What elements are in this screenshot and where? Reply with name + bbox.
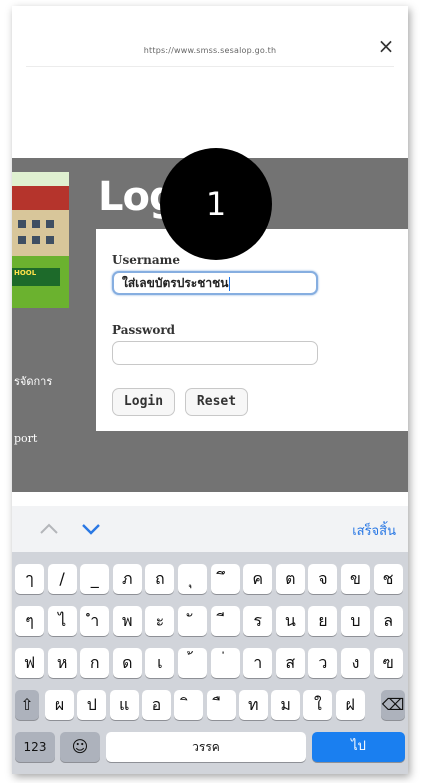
browser-url-bar: https://www.smss.sesalop.go.th × <box>12 6 408 70</box>
close-icon[interactable]: × <box>376 36 396 56</box>
key[interactable]: ผ <box>45 690 74 720</box>
key[interactable]: ภ <box>112 564 142 594</box>
key[interactable]: ไ <box>47 606 77 636</box>
key[interactable]: บ <box>341 606 370 636</box>
key[interactable]: ท <box>238 690 268 720</box>
school-banner: HOOL <box>12 268 60 286</box>
key[interactable]: ฟ <box>15 648 44 678</box>
key[interactable]: / <box>47 564 77 594</box>
key[interactable]: พ <box>112 606 142 636</box>
password-input[interactable] <box>112 341 318 365</box>
key[interactable]: แ <box>109 690 139 720</box>
key[interactable]: ี <box>210 606 240 636</box>
key[interactable]: จ <box>308 564 338 594</box>
key[interactable]: ่ <box>210 648 240 678</box>
chevron-down-icon[interactable] <box>80 518 102 540</box>
username-value: ใส่เลขบัตรประชาชน <box>122 276 229 290</box>
key[interactable]: ง <box>341 648 370 678</box>
key[interactable]: ล <box>373 606 403 636</box>
reset-button[interactable]: Reset <box>185 388 248 416</box>
key[interactable]: ว <box>308 648 338 678</box>
key[interactable]: ั <box>178 606 207 636</box>
space-key[interactable]: วรรค <box>106 732 306 762</box>
key[interactable]: เ <box>145 648 175 678</box>
key[interactable]: ช <box>373 564 403 594</box>
key[interactable]: า <box>243 648 273 678</box>
thai-keyboard: ๅ/_ภถุึคตจขช ๆไำพะัีรนยบล ฟหกดเ้่าสวงฃ ผ… <box>12 552 408 774</box>
key[interactable]: ห <box>47 648 77 678</box>
key[interactable]: ใ <box>303 690 333 720</box>
text-caret <box>229 276 231 291</box>
key[interactable]: ย <box>308 606 338 636</box>
phone-screen: https://www.smss.sesalop.go.th × HOOL รจ… <box>12 6 408 774</box>
password-label: Password <box>112 323 176 337</box>
username-input[interactable]: ใส่เลขบัตรประชาชน <box>112 271 318 295</box>
key[interactable]: ข <box>341 564 370 594</box>
key[interactable]: ื <box>206 690 236 720</box>
login-button[interactable]: Login <box>112 388 175 416</box>
key[interactable]: ิ <box>174 690 204 720</box>
side-menu-text-support: port <box>14 432 38 445</box>
url-text[interactable]: https://www.smss.sesalop.go.th <box>12 46 408 55</box>
key[interactable]: ฝ <box>335 690 365 720</box>
username-label: Username <box>112 253 181 267</box>
url-bar-divider <box>26 66 394 67</box>
key[interactable]: ุ <box>178 564 207 594</box>
key[interactable]: ค <box>243 564 273 594</box>
login-card: Username ใส่เลขบัตรประชาชน Password Logi… <box>96 229 408 431</box>
key[interactable]: ส <box>275 648 305 678</box>
key[interactable]: ฃ <box>373 648 403 678</box>
key[interactable]: ก <box>80 648 110 678</box>
key[interactable]: น <box>275 606 305 636</box>
key[interactable]: ป <box>77 690 107 720</box>
key[interactable]: ด <box>112 648 142 678</box>
chevron-up-icon[interactable] <box>38 518 60 540</box>
key[interactable]: ๅ <box>15 564 44 594</box>
numbers-key[interactable]: 123 <box>15 732 55 762</box>
emoji-key[interactable]: ☺ <box>60 732 100 762</box>
done-button[interactable]: เสร็จสิ้น <box>352 520 396 541</box>
key[interactable]: ต <box>275 564 305 594</box>
key[interactable]: ะ <box>145 606 175 636</box>
key[interactable]: ำ <box>80 606 110 636</box>
key[interactable]: ถ <box>145 564 175 594</box>
key[interactable]: ร <box>243 606 273 636</box>
go-key[interactable]: ไป <box>312 732 405 762</box>
step-number-badge: 1 <box>160 148 272 260</box>
backspace-key[interactable]: ⌫ <box>381 690 405 720</box>
key[interactable]: อ <box>141 690 171 720</box>
web-content: HOOL รจัดการ port Log Username ใส่เลขบัต… <box>12 70 408 506</box>
key[interactable]: ม <box>271 690 301 720</box>
school-logo-image: HOOL <box>12 172 69 308</box>
keyboard-accessory-bar: เสร็จสิ้น <box>12 506 408 552</box>
key[interactable]: ้ <box>178 648 207 678</box>
side-menu-text: รจัดการ <box>14 375 53 388</box>
shift-key[interactable]: ⇧ <box>15 690 39 720</box>
key[interactable]: ึ <box>210 564 240 594</box>
key[interactable]: _ <box>80 564 110 594</box>
key[interactable]: ๆ <box>15 606 44 636</box>
